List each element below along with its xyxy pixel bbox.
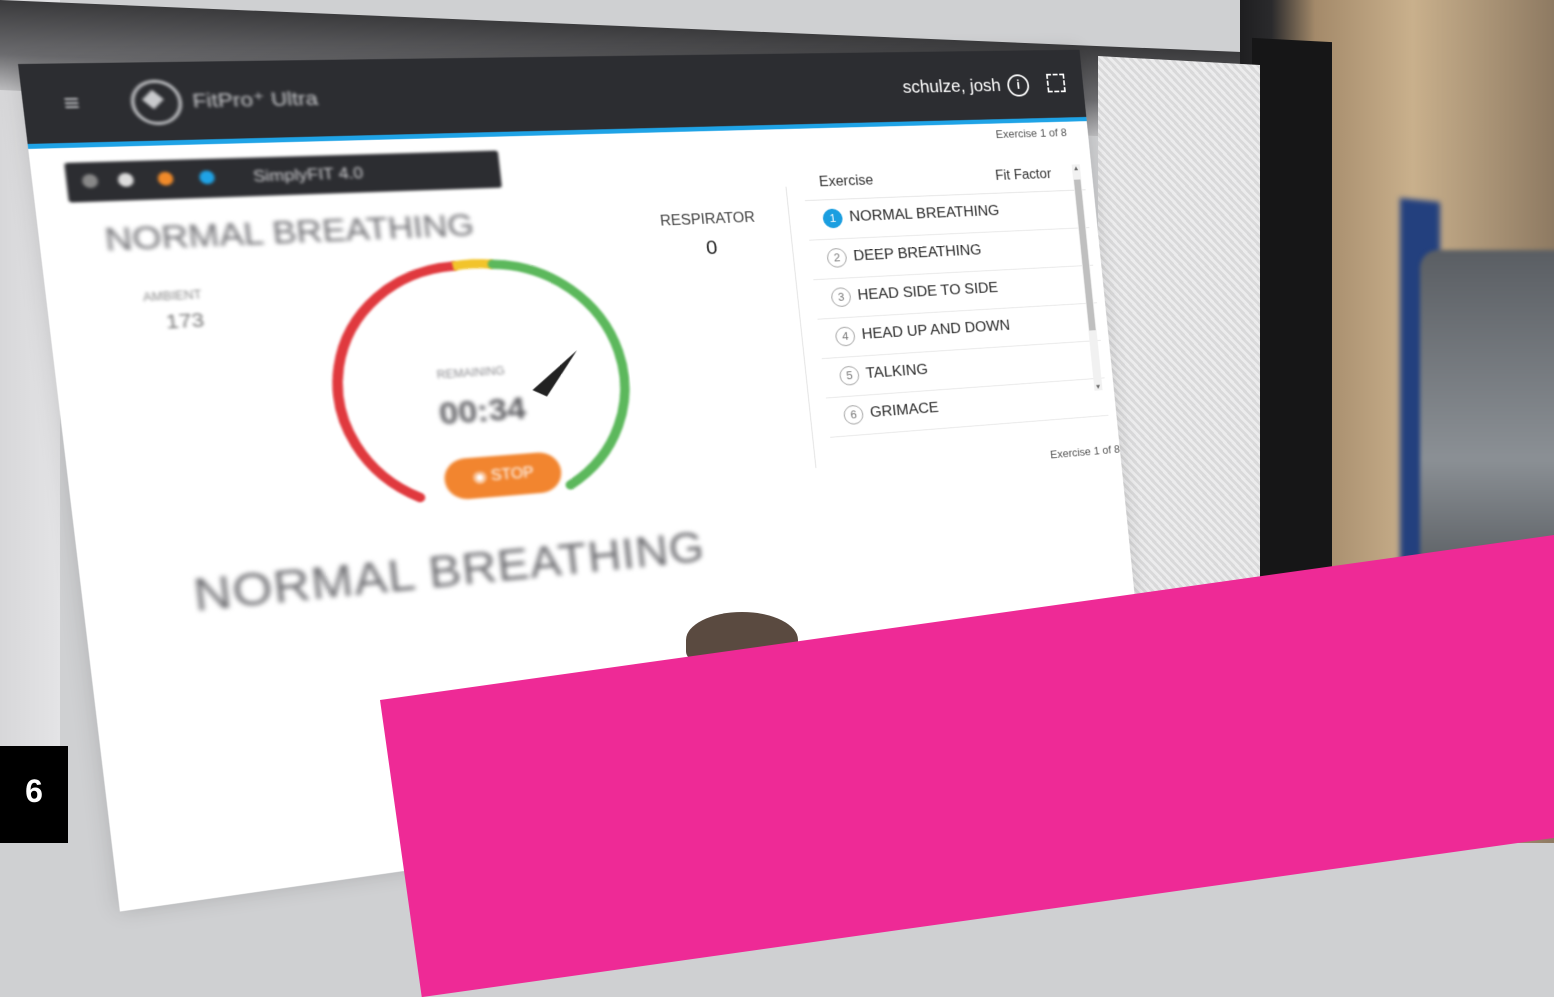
ambient-label: AMBIENT [142,287,203,305]
exercise-counter: Exercise 1 of 8 [995,125,1068,141]
demo-exercise-counter: Exercise 1 of 8 [1049,442,1121,461]
scroll-down-icon[interactable]: ▼ [1094,383,1103,391]
demo-exercise-title: NORMAL BREATHING [190,523,708,622]
app-title: FitPro⁺ Ultra [191,87,320,113]
exercise-label: NORMAL BREATHING [848,202,1000,225]
stop-label: STOP [490,465,535,485]
lightbulb-icon[interactable] [117,172,135,188]
gauge-needle-icon [528,350,582,398]
respirator-value: 0 [704,235,719,259]
exercise-label: GRIMACE [869,398,940,421]
ambient-value: 173 [164,309,206,334]
exercise-number-badge: 1 [821,208,844,229]
menu-dots-icon[interactable] [81,173,99,189]
exercise-number-badge: 5 [838,365,861,386]
warning-icon[interactable] [157,171,175,186]
status-toolbar: SimplyFIT 4.0 [64,150,502,203]
page-number-badge: 6 [0,746,68,843]
logo-icon [128,79,185,126]
exercise-label: DEEP BREATHING [852,241,983,265]
exercise-label: HEAD SIDE TO SIDE [856,279,999,304]
device-label: SimplyFIT 4.0 [252,163,365,186]
exercise-number-badge: 4 [834,326,856,347]
exercise-number-badge: 3 [830,287,852,308]
exercise-number-badge: 2 [826,247,848,268]
remaining-time: 00:34 [437,390,528,432]
fit-factor-column-header: Fit Factor [994,166,1052,184]
connection-status-icon[interactable] [198,170,216,185]
exercise-list: Exercise Fit Factor 1 NORMAL BREATHING 2… [801,159,1109,438]
hamburger-menu-icon[interactable]: ≡ [62,90,81,118]
exercise-label: TALKING [865,360,929,382]
app-header: ≡ FitPro⁺ Ultra schulze, josh i [18,49,1087,149]
fullscreen-icon[interactable] [1045,73,1066,93]
exercise-column-header: Exercise [818,173,874,190]
respirator-label: RESPIRATOR [659,210,756,230]
user-name[interactable]: schulze, josh [902,76,1002,98]
gauge-yellow-arc [453,263,493,266]
exercise-number-badge: 6 [842,404,865,426]
scroll-up-icon[interactable]: ▲ [1072,164,1081,172]
exercise-label: HEAD UP AND DOWN [860,316,1011,343]
info-icon[interactable]: i [1006,74,1031,97]
